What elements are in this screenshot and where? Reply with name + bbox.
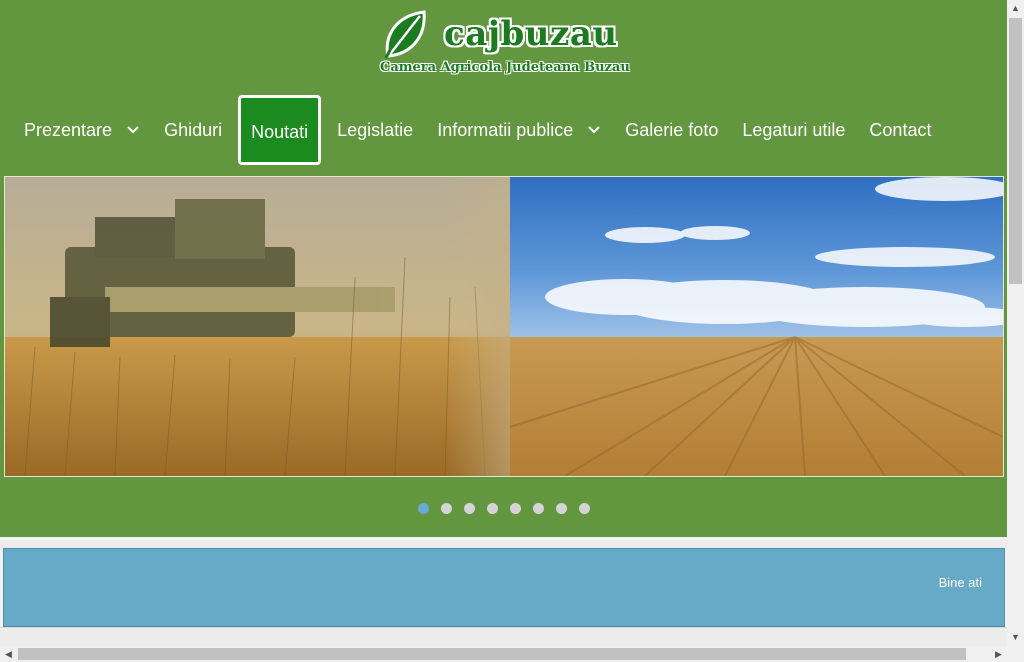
scroll-down-icon[interactable]: ▼ [1007,629,1024,646]
nav-item-prezentare[interactable]: Prezentare [12,95,152,165]
nav-label: Noutati [251,121,309,142]
vertical-scroll-thumb[interactable] [1009,18,1022,284]
hero-slider[interactable] [4,176,1004,477]
slide-image-harvest [5,177,1003,476]
nav-label: Contact [869,119,932,140]
chevron-down-icon [588,126,600,134]
slider-dot[interactable] [486,503,498,514]
nav-item-galerie-foto[interactable]: Galerie foto [613,95,730,165]
nav-item-legaturi-utile[interactable]: Legaturi utile [730,95,857,165]
nav-label: Galerie foto [625,119,719,140]
slider-dot[interactable] [509,503,521,514]
slider-dot[interactable] [440,503,452,514]
scroll-up-icon[interactable]: ▲ [1007,0,1024,17]
horizontal-scrollbar[interactable]: ◀ ▶ [0,646,1007,662]
nav-item-informatii-publice[interactable]: Informatii publice [425,95,613,165]
nav-item-noutati[interactable]: Noutati [238,95,322,165]
slider-dot[interactable] [555,503,567,514]
nav-item-contact[interactable]: Contact [857,95,943,165]
slider-dot[interactable] [417,503,429,514]
welcome-banner: Bine ati [3,548,1005,627]
leaf-icon [384,10,426,59]
site-subtitle: Camera Agricola Judeteana Buzau [380,60,630,75]
nav-label: Legislatie [337,119,414,140]
horizontal-scroll-thumb[interactable] [18,648,966,660]
nav-label: Informatii publice [437,119,574,140]
slider-dot[interactable] [463,503,475,514]
site-logo[interactable]: cajbuzau Camera Agricola Judeteana Buzau [380,8,630,80]
site-header: cajbuzau Camera Agricola Judeteana Buzau… [0,0,1007,537]
nav-label: Prezentare [24,119,113,140]
scrollbar-corner [1007,646,1024,662]
nav-item-legislatie[interactable]: Legislatie [325,95,425,165]
content-area [0,627,1007,646]
vertical-scrollbar[interactable]: ▲ ▼ [1007,0,1024,646]
slider-dot[interactable] [532,503,544,514]
scroll-left-icon[interactable]: ◀ [0,646,17,662]
slider-pagination [0,503,1007,517]
site-title: cajbuzau [444,14,618,54]
nav-item-ghiduri[interactable]: Ghiduri [152,95,234,165]
main-nav: Prezentare Ghiduri Noutati Legislatie In… [12,95,943,165]
scroll-right-icon[interactable]: ▶ [990,646,1007,662]
separator-band [0,540,1007,548]
chevron-down-icon [127,126,139,134]
nav-label: Ghiduri [164,119,223,140]
slider-dot[interactable] [578,503,590,514]
nav-label: Legaturi utile [742,119,846,140]
page: cajbuzau Camera Agricola Judeteana Buzau… [0,0,1007,646]
welcome-text: Bine ati [938,575,982,590]
